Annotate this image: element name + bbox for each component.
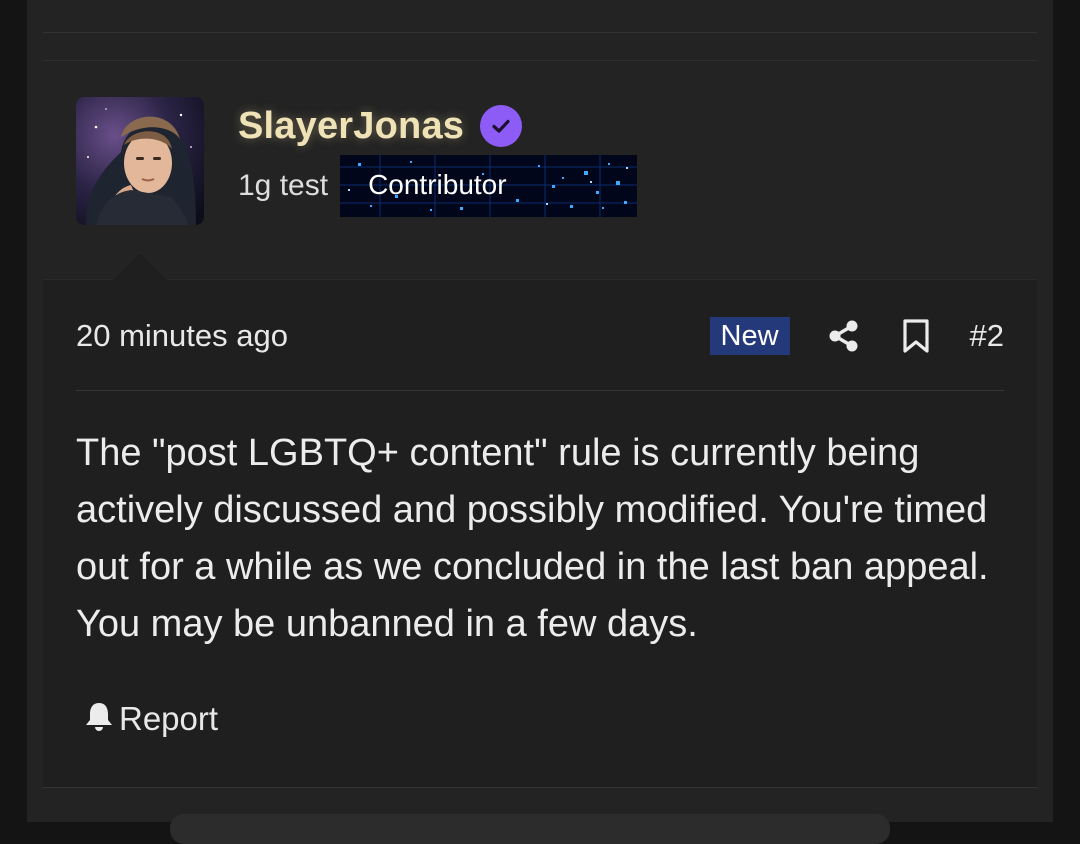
post-number[interactable]: #2: [970, 318, 1004, 354]
username[interactable]: SlayerJonas: [238, 105, 464, 148]
bookmark-icon[interactable]: [898, 316, 934, 356]
reply-box[interactable]: [170, 814, 890, 844]
post-meta-row: 20 minutes ago New #2: [76, 313, 1004, 359]
post-card: SlayerJonas 1g test Contributor 20 minut…: [43, 60, 1037, 788]
verified-check-icon: [480, 105, 523, 147]
report-label: Report: [119, 700, 219, 737]
avatar[interactable]: [76, 97, 204, 225]
divider: [76, 390, 1004, 391]
post-user-header: SlayerJonas 1g test Contributor: [43, 61, 1037, 280]
new-badge: New: [709, 317, 790, 355]
post-content: The "post LGBTQ+ content" rule is curren…: [76, 432, 989, 645]
post-time[interactable]: 20 minutes ago: [76, 318, 710, 354]
divider: [43, 32, 1037, 33]
share-icon[interactable]: [826, 316, 862, 356]
user-banner: Contributor: [340, 155, 638, 217]
username-row: SlayerJonas: [238, 101, 523, 151]
banner-label: Contributor: [368, 169, 507, 200]
report-button[interactable]: Report: [83, 697, 218, 741]
bell-icon: [83, 700, 115, 739]
header-caret: [110, 251, 170, 281]
user-title: 1g test: [238, 169, 329, 202]
user-title-row: 1g test Contributor: [238, 155, 638, 217]
